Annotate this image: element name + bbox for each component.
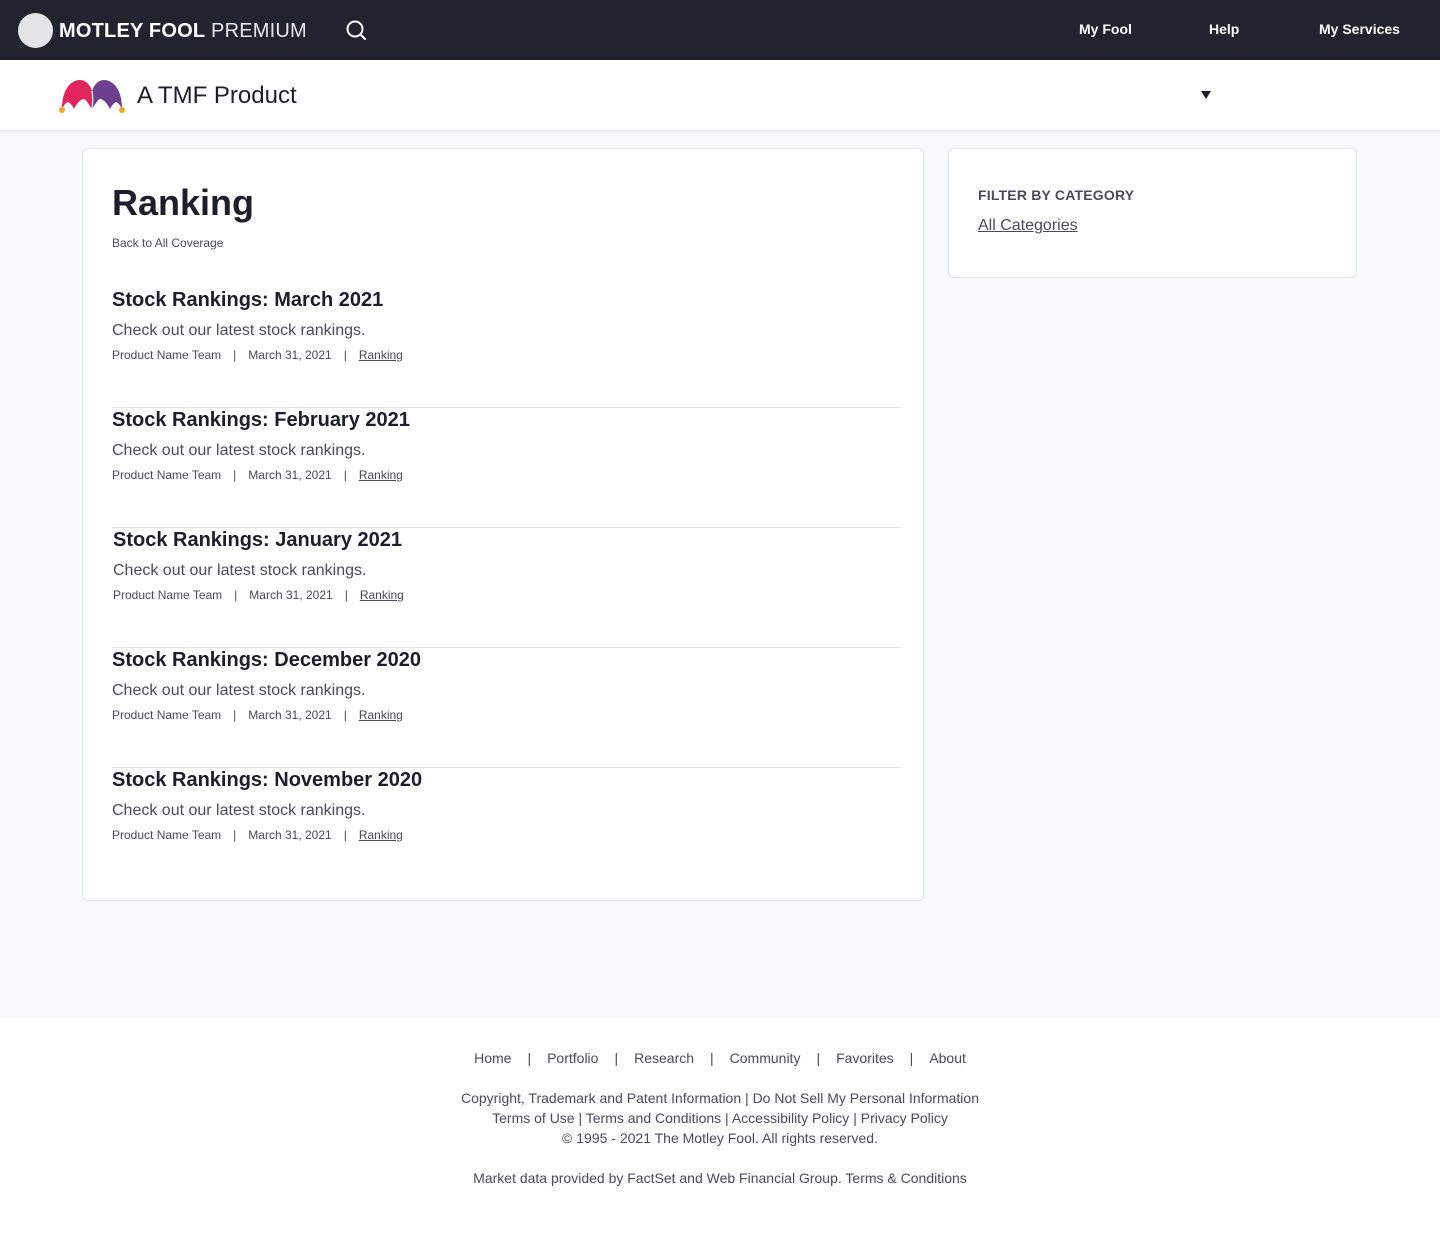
footer-link-portfolio[interactable]: Portfolio [547,1050,598,1066]
article-category-link[interactable]: Ranking [359,348,403,362]
accessibility-policy-link[interactable]: Accessibility Policy [732,1110,849,1126]
article-list-card: Ranking Back to All Coverage Stock Ranki… [82,148,924,901]
footer-copyright: © 1995 - 2021 The Motley Fool. All right… [562,1130,878,1146]
do-not-sell-link[interactable]: Do Not Sell My Personal Information [753,1090,979,1106]
footer-link-community[interactable]: Community [730,1050,801,1066]
article-title[interactable]: Stock Rankings: March 2021 [112,288,383,312]
article-item: Stock Rankings: February 2021 Check out … [112,408,900,528]
back-to-all-coverage-link[interactable]: Back to All Coverage [112,236,223,250]
brand-name-light: PREMIUM [211,20,307,42]
article-description: Check out our latest stock rankings. [112,442,366,459]
meta-separator: | [343,348,347,362]
footer-inline-separator: | [849,1110,861,1126]
footer-separator: | [527,1050,532,1066]
footer-separator: | [614,1050,619,1066]
article-author: Product Name Team [112,348,222,362]
footer-nav: Home | Portfolio | Research | Community | Favori… [0,1050,1440,1066]
page-title: Ranking [112,182,255,223]
article-description: Check out our latest stock rankings. [112,682,366,699]
brand-name-bold: MOTLEY FOOL [59,20,206,42]
brand-logo[interactable]: MOTLEY FOOL PREMIUM [59,19,307,43]
meta-separator: | [233,828,237,842]
article-description: Check out our latest stock rankings. [112,802,366,819]
footer-link-home[interactable]: Home [474,1050,511,1066]
footer-separator: | [710,1050,714,1066]
article-date: March 31, 2021 [248,828,332,842]
filter-heading: FILTER BY CATEGORY [978,187,1135,203]
footer: Home | Portfolio | Research | Community | Favori… [0,1018,1440,1242]
meta-separator: | [344,588,348,602]
article-item: Stock Rankings: January 2021 Check out o… [112,528,900,648]
article-author: Product Name Team [112,828,222,842]
footer-separator: | [909,1050,914,1066]
privacy-policy-link[interactable]: Privacy Policy [861,1110,948,1126]
article-category-link[interactable]: Ranking [359,828,403,842]
article-category-link[interactable]: Ranking [359,468,403,482]
footer-inline-separator: | [574,1110,586,1126]
article-item: Stock Rankings: December 2020 Check out … [112,648,900,768]
article-meta: Product Name Team | March 31, 2021 | Ranking [112,348,403,362]
market-terms-link[interactable]: Terms & Conditions [845,1170,966,1186]
footer-link-about[interactable]: About [929,1050,966,1066]
article-item: Stock Rankings: November 2020 Check out … [112,768,900,888]
nav-my-fool[interactable]: My Fool [1079,20,1132,38]
article-description: Check out our latest stock rankings. [112,322,366,339]
search-icon[interactable] [345,19,367,41]
nav-my-services[interactable]: My Services [1319,20,1400,38]
footer-legal-line-2: Terms of Use | Terms and Conditions | Ac… [0,1110,1440,1126]
footer-legal-line-1: Copyright, Trademark and Patent Informat… [0,1090,1440,1106]
copyright-trademark-link[interactable]: Copyright, Trademark and Patent Informat… [461,1090,741,1106]
meta-separator: | [343,708,347,722]
footer-link-research[interactable]: Research [634,1050,694,1066]
meta-separator: | [233,708,237,722]
article-date: March 31, 2021 [248,468,332,482]
footer-separator: | [816,1050,821,1066]
article-date: March 31, 2021 [249,588,333,602]
article-meta: Product Name Team | March 31, 2021 | Ranking [112,468,403,482]
article-title[interactable]: Stock Rankings: November 2020 [112,768,422,792]
product-name[interactable]: A TMF Product [137,81,297,111]
footer-inline-separator: | [721,1110,732,1126]
article-meta: Product Name Team | March 31, 2021 | Ranking [113,588,404,602]
article-meta: Product Name Team | March 31, 2021 | Ranking [112,828,403,842]
article-author: Product Name Team [113,588,223,602]
article-description: Check out our latest stock rankings. [113,562,367,579]
article-title[interactable]: Stock Rankings: February 2021 [112,408,410,432]
terms-and-conditions-link[interactable]: Terms and Conditions [586,1110,721,1126]
footer-inline-separator: | [741,1090,753,1106]
meta-separator: | [234,588,238,602]
article-item: Stock Rankings: March 2021 Check out our… [112,288,900,408]
top-navigation-bar: MOTLEY FOOL PREMIUM My Fool Help My Serv… [0,0,1440,60]
jester-logo-icon[interactable] [58,77,126,114]
article-title[interactable]: Stock Rankings: December 2020 [112,648,421,672]
nav-help[interactable]: Help [1209,20,1239,38]
terms-of-use-link[interactable]: Terms of Use [492,1110,574,1126]
meta-separator: | [233,348,237,362]
filter-sidebar: FILTER BY CATEGORY All Categories [948,148,1357,278]
all-categories-link[interactable]: All Categories [978,216,1078,236]
footer-market-data: Market data provided by FactSet and Web … [0,1170,1440,1186]
meta-separator: | [233,468,237,482]
article-date: March 31, 2021 [248,348,332,362]
meta-separator: | [343,828,347,842]
article-author: Product Name Team [112,708,222,722]
article-meta: Product Name Team | March 31, 2021 | Ranking [112,708,403,722]
avatar[interactable] [18,13,53,48]
footer-link-favorites[interactable]: Favorites [836,1050,894,1066]
article-author: Product Name Team [112,468,222,482]
product-header: A TMF Product [0,60,1440,131]
meta-separator: | [343,468,347,482]
caret-down-icon[interactable] [1200,90,1212,100]
article-date: March 31, 2021 [248,708,332,722]
article-category-link[interactable]: Ranking [360,588,404,602]
article-category-link[interactable]: Ranking [359,708,403,722]
article-title[interactable]: Stock Rankings: January 2021 [113,528,402,552]
market-data-text: Market data provided by FactSet and Web … [473,1170,842,1186]
